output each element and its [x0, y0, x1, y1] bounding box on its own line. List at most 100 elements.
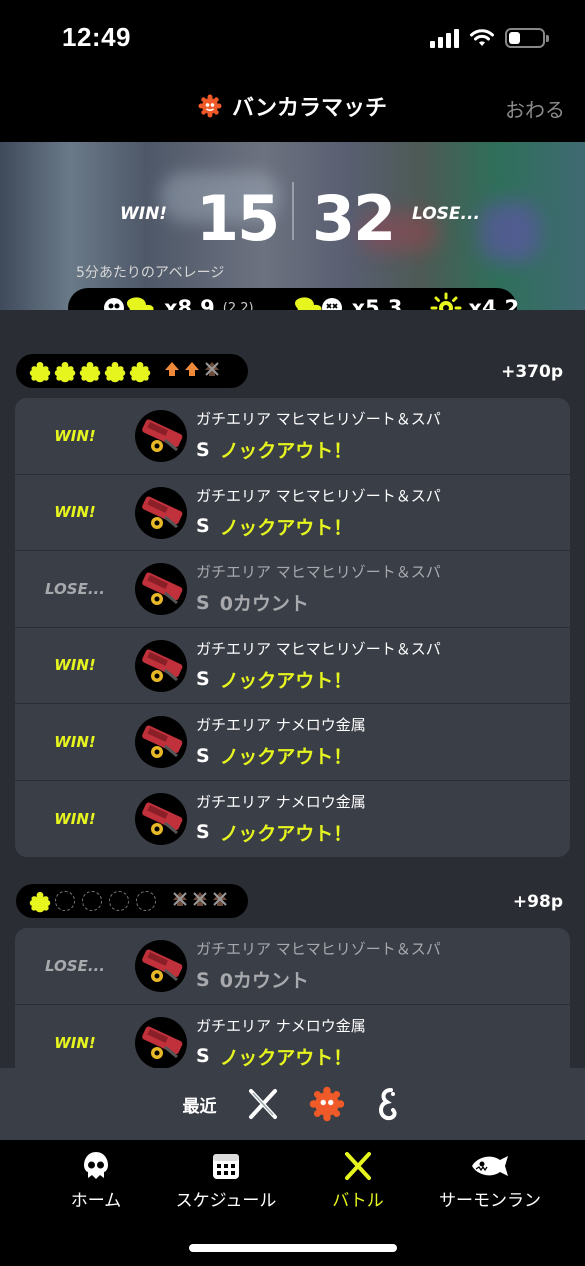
match-row[interactable]: LOSE... ガチエリア マヒマヒリゾート＆スパ S 0カウント [15, 928, 570, 1005]
filter-label: 最近 [182, 1096, 217, 1117]
loss-markers [171, 890, 229, 912]
rank-lost-icon [171, 890, 189, 912]
private-battle-filter-icon[interactable] [373, 1086, 403, 1122]
tab-battle-label: バトル [332, 1191, 384, 1211]
splat-zones-icon [135, 940, 187, 992]
match-list: LOSE... ガチエリア マヒマヒリゾート＆スパ S 0カウント WIN! ガチエリア … [15, 928, 570, 1070]
splat-zones-icon [135, 792, 187, 845]
match-outcome: S ノックアウト！ [196, 513, 352, 540]
rank-lost-icon [203, 360, 221, 382]
status-time: 12:49 [62, 22, 131, 52]
match-history[interactable]: +370p WIN! ガチエリア マヒマヒリゾート＆スパ S ノックアウト！ WIN! ガチ… [0, 310, 585, 1070]
group-points: +370p [501, 362, 563, 382]
win-ink-icon [28, 890, 51, 913]
outcome-text: ノックアウト！ [219, 669, 353, 692]
win-count: 15 [196, 182, 280, 255]
match-row[interactable]: WIN! ガチエリア マヒマヒリゾート＆スパ S ノックアウト！ [15, 475, 570, 551]
splat-zones-icon [135, 563, 187, 615]
match-row[interactable]: WIN! ガチエリア マヒマヒリゾート＆スパ S ノックアウト！ [15, 628, 570, 704]
average-label: 5分あたりのアベレージ [76, 265, 225, 281]
stage-name: ガチエリア マヒマヒリゾート＆スパ [196, 563, 441, 581]
win-ink-icon [28, 360, 51, 383]
match-result: WIN! [54, 503, 96, 522]
header: バンカラマッチ おわる [0, 80, 585, 142]
rank-label: S [196, 1045, 210, 1067]
group-points: +98p [512, 892, 563, 912]
match-row[interactable]: WIN! ガチエリア マヒマヒリゾート＆スパ S ノックアウト！ [15, 398, 570, 475]
page-title-text: バンカラマッチ [231, 96, 388, 121]
outcome-text: 0カウント [219, 970, 309, 992]
match-row[interactable]: LOSE... ガチエリア マヒマヒリゾート＆スパ S 0カウント [15, 551, 570, 628]
win-label: WIN! [120, 204, 168, 224]
page-title: バンカラマッチ [0, 90, 585, 122]
empty-slot-icon [82, 891, 102, 911]
rank-label: S [196, 821, 210, 843]
win-ink-icon [53, 360, 76, 383]
rank-label: S [196, 744, 210, 767]
match-result: WIN! [54, 732, 96, 751]
tab-battle[interactable]: バトル [288, 1150, 428, 1211]
tab-schedule[interactable]: スケジュール [156, 1150, 296, 1211]
match-outcome: S ノックアウト！ [196, 666, 352, 693]
home-indicator [189, 1244, 397, 1252]
rank-up-icon [183, 360, 201, 382]
anarchy-battle-icon [198, 94, 222, 118]
rank-label: S [196, 668, 210, 690]
match-result: LOSE... [45, 579, 105, 598]
rank-lost-icon [191, 890, 209, 912]
match-row[interactable]: WIN! ガチエリア ナメロウ金属 S ノックアウト！ [15, 1005, 570, 1071]
splat-zones-icon [135, 716, 187, 768]
tab-home-label: ホーム [70, 1191, 122, 1211]
tab-home[interactable]: ホーム [26, 1150, 166, 1211]
stage-name: ガチエリア ナメロウ金属 [196, 716, 366, 734]
calendar-icon [213, 1154, 239, 1179]
outcome-text: ノックアウト！ [219, 746, 353, 768]
match-row[interactable]: WIN! ガチエリア ナメロウ金属 S ノックアウト！ [15, 704, 570, 781]
lose-count: 32 [312, 182, 396, 255]
match-group: +98p LOSE... ガチエリア マヒマヒリゾート＆スパ S 0カウント WIN! ガチ… [0, 884, 585, 1070]
outcome-text: ノックアウト！ [219, 822, 353, 845]
rank-label: S [196, 968, 210, 991]
stage-name: ガチエリア マヒマヒリゾート＆スパ [196, 410, 441, 428]
wifi-icon [470, 29, 494, 46]
series-progress [16, 884, 248, 918]
series-progress [16, 354, 248, 388]
tab-salmon-run-label: サーモンラン [439, 1191, 541, 1211]
squid-icon [84, 1152, 108, 1179]
stage-name: ガチエリア マヒマヒリゾート＆スパ [196, 639, 441, 658]
match-outcome: S ノックアウト！ [196, 819, 352, 846]
stage-name: ガチエリア マヒマヒリゾート＆スパ [196, 486, 441, 505]
battle-icon [345, 1152, 371, 1180]
match-outcome: S ノックアウト！ [196, 742, 352, 769]
close-button[interactable]: おわる [505, 94, 565, 123]
status-icons [430, 28, 549, 48]
match-result: LOSE... [45, 956, 105, 975]
win-ink-icon [103, 360, 126, 383]
rank-label: S [196, 515, 210, 537]
win-ink-icon [78, 360, 101, 383]
group-header: +370p [0, 354, 585, 400]
match-result: WIN! [54, 426, 96, 445]
win-ink-icon [128, 360, 151, 383]
anarchy-battle-filter-icon[interactable] [309, 1086, 345, 1122]
outcome-text: ノックアウト！ [219, 516, 353, 539]
regular-battle-filter-icon[interactable] [245, 1087, 281, 1121]
rank-up-icon [163, 360, 181, 382]
match-result: WIN! [54, 656, 96, 675]
match-outcome: S ノックアウト！ [196, 436, 352, 463]
empty-slot-icon [55, 891, 75, 911]
match-list: WIN! ガチエリア マヒマヒリゾート＆スパ S ノックアウト！ WIN! ガチエリア マ… [15, 398, 570, 857]
score-divider [292, 182, 294, 240]
rank-label: S [196, 438, 210, 461]
match-outcome: S ノックアウト！ [196, 1043, 352, 1070]
tab-salmon-run[interactable]: サーモンラン [420, 1150, 560, 1211]
summary-hero: WIN! 15 32 LOSE... 5分あたりのアベレージ [0, 142, 585, 310]
stage-name: ガチエリア マヒマヒリゾート＆スパ [196, 940, 441, 958]
outcome-text: 0カウント [219, 593, 309, 615]
splat-zones-icon [135, 639, 187, 692]
match-row[interactable]: WIN! ガチエリア ナメロウ金属 S ノックアウト！ [15, 781, 570, 858]
splat-zones-icon [135, 486, 187, 539]
empty-slot-icon [136, 891, 156, 911]
match-outcome: S 0カウント [196, 589, 309, 616]
status-bar: 12:49 [0, 0, 585, 80]
